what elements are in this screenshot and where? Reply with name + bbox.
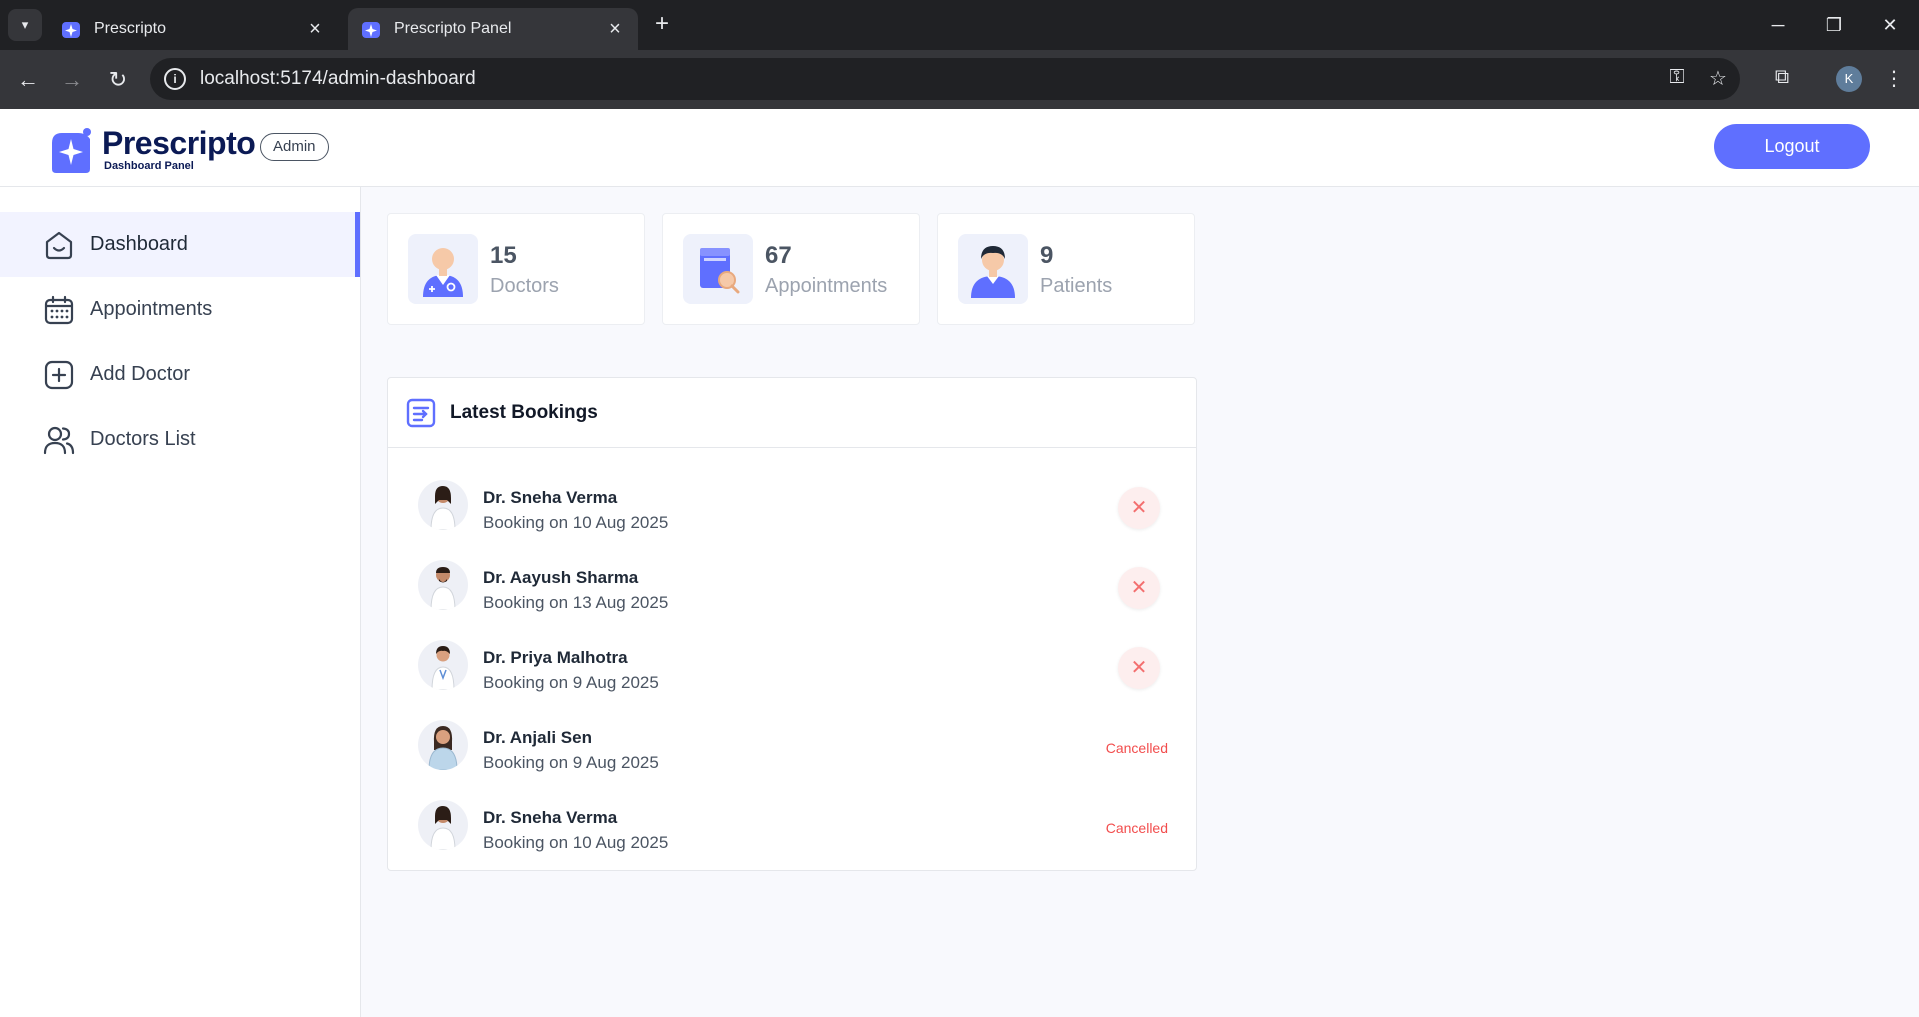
stat-label: Doctors: [490, 275, 559, 297]
doctor-icon: [408, 234, 478, 304]
browser-tab-strip: ▾ Prescripto × Prescripto Panel × + ─ ❐ …: [0, 0, 1919, 50]
brand-logo[interactable]: Prescripto Dashboard Panel: [48, 125, 256, 173]
sidebar-item-dashboard[interactable]: Dashboard: [0, 212, 360, 277]
sidebar-item-appointments[interactable]: Appointments: [0, 277, 360, 342]
tab-close-icon[interactable]: ×: [604, 18, 626, 41]
browser-menu-icon[interactable]: ⋮: [1880, 66, 1908, 91]
sidebar-item-label: Dashboard: [90, 233, 188, 255]
close-window-icon[interactable]: ✕: [1868, 10, 1912, 40]
booking-date: Booking on 10 Aug 2025: [483, 833, 669, 852]
cancel-booking-button[interactable]: ✕: [1118, 647, 1160, 689]
calendar-icon: [42, 293, 76, 327]
brand-subtitle: Dashboard Panel: [104, 160, 194, 172]
booking-doctor-name: Dr. Sneha Verma: [483, 808, 618, 827]
doctor-avatar: [418, 800, 468, 850]
main-content: 15 Doctors 67 Appointments 9 Patients La…: [361, 187, 1919, 1017]
booking-date: Booking on 13 Aug 2025: [483, 593, 669, 612]
stat-value: 15: [490, 242, 517, 269]
stat-value: 67: [765, 242, 792, 269]
stat-card-doctors: 15 Doctors: [387, 213, 645, 325]
list-item: Dr. Priya Malhotra Booking on 9 Aug 2025…: [388, 630, 1196, 710]
booking-doctor-name: Dr. Anjali Sen: [483, 728, 592, 747]
doctor-avatar: [418, 720, 468, 770]
stat-label: Appointments: [765, 275, 888, 297]
site-info-icon[interactable]: i: [164, 68, 186, 90]
restore-icon[interactable]: ❐: [1812, 10, 1856, 40]
sidebar-item-label: Add Doctor: [90, 363, 191, 385]
list-item: Dr. Aayush Sharma Booking on 13 Aug 2025…: [388, 550, 1196, 630]
sidebar-item-label: Appointments: [90, 298, 213, 320]
list-item: Dr. Sneha Verma Booking on 10 Aug 2025 C…: [388, 790, 1196, 870]
booking-doctor-name: Dr. Priya Malhotra: [483, 648, 628, 667]
prescripto-favicon-icon: [60, 18, 82, 40]
booking-doctor-name: Dr. Aayush Sharma: [483, 568, 639, 587]
doctor-avatar: [418, 480, 468, 530]
brand-name: Prescripto: [102, 125, 256, 161]
doctor-avatar: [418, 560, 468, 610]
list-icon: [406, 398, 436, 427]
tab-title: Prescripto: [94, 20, 167, 37]
url-text[interactable]: localhost:5174/admin-dashboard: [200, 68, 476, 90]
back-arrow-icon[interactable]: ←: [14, 66, 42, 94]
minimize-icon[interactable]: ─: [1756, 10, 1800, 40]
doctor-avatar: [418, 640, 468, 690]
appointment-book-icon: [683, 234, 753, 304]
stat-card-appointments: 67 Appointments: [662, 213, 920, 325]
tab-search-button[interactable]: ▾: [8, 9, 42, 41]
latest-bookings-panel: Latest Bookings Dr. Sneha Verma Booking …: [387, 377, 1197, 871]
sidebar: Dashboard Appointments Add Doctor Doctor…: [0, 187, 361, 1017]
stat-value: 9: [1040, 242, 1054, 269]
reload-icon[interactable]: ↻: [104, 66, 132, 94]
browser-tab-prescripto-panel[interactable]: Prescripto Panel ×: [348, 8, 638, 50]
extensions-puzzle-icon[interactable]: ⧉: [1768, 66, 1796, 89]
sidebar-item-add-doctor[interactable]: Add Doctor: [0, 342, 360, 407]
latest-bookings-header: Latest Bookings: [388, 378, 1196, 448]
logout-button[interactable]: Logout: [1714, 124, 1870, 169]
booking-date: Booking on 9 Aug 2025: [483, 673, 659, 692]
bookmark-star-icon[interactable]: ☆: [1704, 66, 1732, 91]
password-key-icon[interactable]: ⚿: [1663, 66, 1691, 89]
bookings-list: Dr. Sneha Verma Booking on 10 Aug 2025 ✕…: [388, 448, 1196, 870]
booking-status-cancelled: Cancelled: [1105, 740, 1168, 756]
sidebar-item-doctors-list[interactable]: Doctors List: [0, 407, 360, 472]
prescripto-logo-icon: [52, 128, 91, 173]
address-bar[interactable]: i localhost:5174/admin-dashboard: [150, 58, 1740, 100]
booking-date: Booking on 9 Aug 2025: [483, 753, 659, 772]
cancel-booking-button[interactable]: ✕: [1118, 567, 1160, 609]
booking-date: Booking on 10 Aug 2025: [483, 513, 669, 532]
list-item: Dr. Sneha Verma Booking on 10 Aug 2025 ✕: [388, 470, 1196, 550]
role-badge: Admin: [260, 133, 329, 161]
browser-tab-prescripto[interactable]: Prescripto ×: [48, 8, 338, 50]
new-tab-icon[interactable]: +: [650, 12, 674, 38]
stat-label: Patients: [1040, 275, 1113, 297]
booking-doctor-name: Dr. Sneha Verma: [483, 488, 618, 507]
home-icon: [42, 228, 76, 262]
prescripto-favicon-icon: [360, 18, 382, 40]
people-icon: [42, 423, 76, 457]
add-icon: [42, 358, 76, 392]
app-header: Prescripto Dashboard Panel Admin Logout: [0, 109, 1919, 187]
list-item: Dr. Anjali Sen Booking on 9 Aug 2025 Can…: [388, 710, 1196, 790]
tab-close-icon[interactable]: ×: [304, 18, 326, 41]
forward-arrow-icon[interactable]: →: [58, 66, 86, 94]
stat-card-patients: 9 Patients: [937, 213, 1195, 325]
booking-status-cancelled: Cancelled: [1105, 820, 1168, 836]
sidebar-item-label: Doctors List: [90, 428, 196, 450]
tab-title: Prescripto Panel: [394, 20, 512, 37]
browser-toolbar: ← → ↻ i localhost:5174/admin-dashboard ⚿…: [0, 50, 1919, 109]
patient-icon: [958, 234, 1028, 304]
profile-avatar[interactable]: K: [1836, 66, 1862, 92]
cancel-booking-button[interactable]: ✕: [1118, 487, 1160, 529]
latest-bookings-title: Latest Bookings: [450, 401, 598, 423]
